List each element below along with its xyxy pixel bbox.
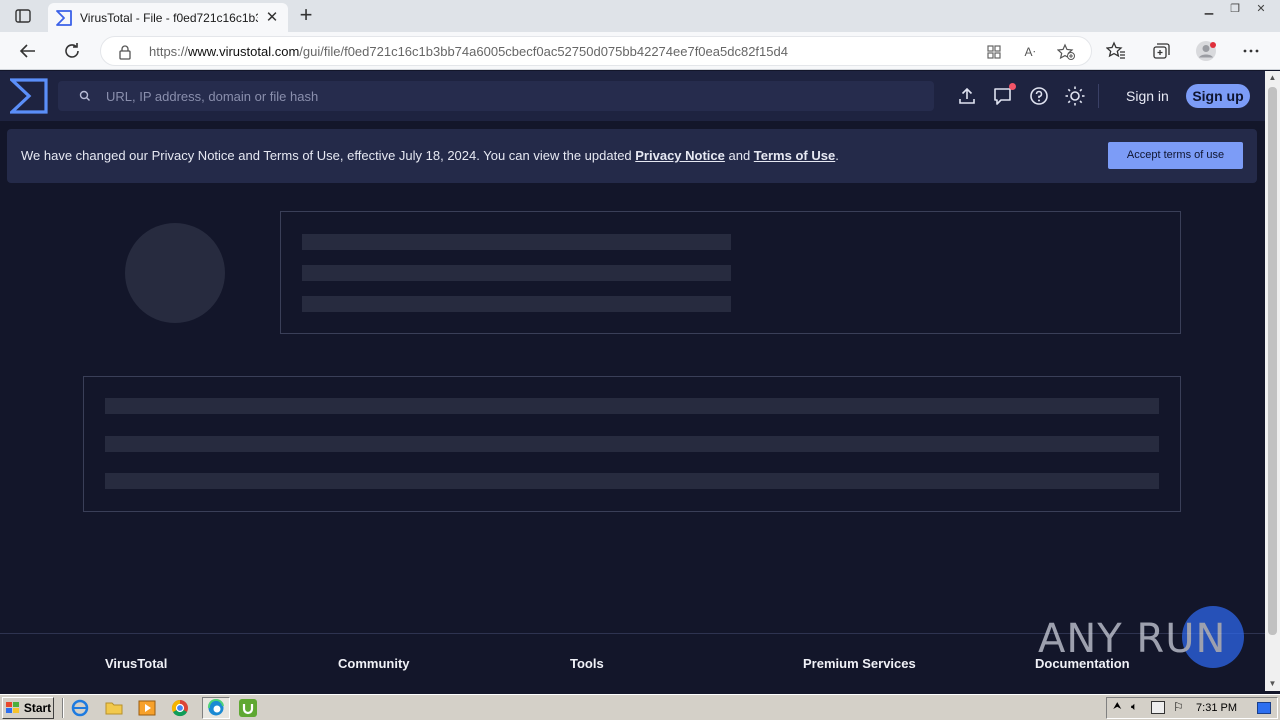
- tab-title: VirusTotal - File - f0ed721c16c1b3: [80, 10, 258, 25]
- footer-heading-community: Community: [338, 656, 410, 671]
- scroll-thumb[interactable]: [1268, 87, 1277, 635]
- url-text[interactable]: https://www.virustotal.com/gui/file/f0ed…: [149, 44, 788, 59]
- skeleton-line: [105, 436, 1159, 452]
- chrome-icon[interactable]: [170, 698, 190, 718]
- restore-icon[interactable]: ❐: [1222, 0, 1248, 18]
- folder-icon[interactable]: [104, 698, 124, 718]
- footer-heading-virustotal: VirusTotal: [105, 656, 168, 671]
- page-scrollbar[interactable]: ▲ ▼: [1265, 71, 1280, 691]
- windows-taskbar: Start ⮝ 🔈︎ ⚐ 7:31 PM: [0, 694, 1280, 720]
- browser-tabstrip: VirusTotal - File - f0ed721c16c1b3 ✕ + ▁…: [0, 0, 1280, 32]
- help-icon[interactable]: [1028, 85, 1050, 107]
- upload-icon[interactable]: [956, 85, 978, 107]
- skeleton-line: [302, 234, 731, 250]
- tab-favicon-icon: [56, 9, 72, 26]
- close-tab-icon[interactable]: ✕: [264, 9, 280, 26]
- back-icon[interactable]: [17, 40, 39, 62]
- edge-icon: [207, 699, 224, 716]
- skeleton-line: [302, 296, 731, 312]
- footer-heading-tools: Tools: [570, 656, 604, 671]
- favorites-icon[interactable]: [1105, 40, 1127, 62]
- watermark-text: ANY RUN: [1038, 616, 1227, 662]
- volume-icon[interactable]: 🔈︎: [1131, 701, 1138, 714]
- search-icon: [78, 89, 92, 103]
- scroll-up-icon[interactable]: ▲: [1265, 71, 1280, 85]
- window-menu-icon[interactable]: [14, 7, 32, 25]
- search-box[interactable]: [58, 81, 934, 111]
- skeleton-line: [105, 473, 1159, 489]
- lock-icon[interactable]: [117, 44, 133, 60]
- terms-of-use-link[interactable]: Terms of Use: [754, 148, 835, 163]
- media-player-icon[interactable]: [137, 698, 157, 718]
- start-label: Start: [23, 701, 52, 715]
- footer-heading-premium-services: Premium Services: [803, 656, 916, 671]
- virustotal-logo-icon[interactable]: [7, 78, 48, 114]
- address-bar[interactable]: https://www.virustotal.com/gui/file/f0ed…: [100, 36, 1092, 66]
- refresh-icon[interactable]: [61, 40, 83, 62]
- tray-expand-icon[interactable]: ⮝: [1113, 701, 1122, 712]
- flag-icon[interactable]: ⚐: [1173, 700, 1184, 714]
- skeleton-line: [302, 265, 731, 281]
- clock[interactable]: 7:31 PM: [1196, 702, 1237, 714]
- privacy-notice-banner: We have changed our Privacy Notice and T…: [7, 129, 1257, 183]
- read-aloud-icon[interactable]: A͏ᐧ: [1019, 42, 1041, 62]
- browser-toolbar: https://www.virustotal.com/gui/file/f0ed…: [0, 32, 1280, 70]
- new-tab-icon[interactable]: +: [294, 4, 318, 28]
- skeleton-details-card: [83, 376, 1181, 512]
- windows-logo-icon: [5, 702, 19, 713]
- skeleton-line: [105, 398, 1159, 414]
- apps-icon[interactable]: [983, 42, 1005, 62]
- scroll-down-icon[interactable]: ▼: [1265, 677, 1280, 691]
- taskbar-divider: [62, 698, 64, 718]
- notice-text: We have changed our Privacy Notice and T…: [21, 148, 839, 163]
- network-icon[interactable]: [1151, 701, 1165, 714]
- browser-tab[interactable]: VirusTotal - File - f0ed721c16c1b3 ✕: [48, 3, 288, 32]
- window-controls: ▁ ❐ ✕: [1196, 0, 1274, 18]
- show-desktop-icon[interactable]: [1257, 702, 1271, 714]
- ie-icon[interactable]: [70, 698, 90, 718]
- accept-terms-button[interactable]: Accept terms of use: [1108, 142, 1243, 169]
- minimize-icon[interactable]: ▁: [1196, 0, 1222, 18]
- sign-in-link[interactable]: Sign in: [1126, 88, 1169, 104]
- edge-taskbar-button[interactable]: [202, 697, 230, 719]
- sign-up-button[interactable]: Sign up: [1186, 84, 1250, 108]
- header-divider: [1098, 84, 1099, 108]
- anyrun-watermark: ANY RUN: [1038, 606, 1244, 672]
- add-favorite-icon[interactable]: [1055, 42, 1077, 62]
- profile-icon[interactable]: [1195, 40, 1217, 62]
- system-tray: ⮝ 🔈︎ ⚐ 7:31 PM: [1106, 697, 1278, 719]
- close-window-icon[interactable]: ✕: [1248, 0, 1274, 18]
- privacy-notice-link[interactable]: Privacy Notice: [635, 148, 725, 163]
- search-input[interactable]: [106, 81, 906, 111]
- chat-icon[interactable]: [992, 83, 1016, 107]
- utorrent-icon[interactable]: [238, 698, 258, 718]
- skeleton-summary-card: [280, 211, 1181, 334]
- vt-header: Sign in Sign up: [0, 71, 1265, 121]
- notification-dot: [1009, 83, 1016, 90]
- start-button[interactable]: Start: [2, 697, 54, 719]
- skeleton-avatar: [125, 223, 225, 323]
- collections-icon[interactable]: [1150, 40, 1172, 62]
- theme-icon[interactable]: [1064, 85, 1086, 107]
- more-icon[interactable]: [1240, 40, 1262, 62]
